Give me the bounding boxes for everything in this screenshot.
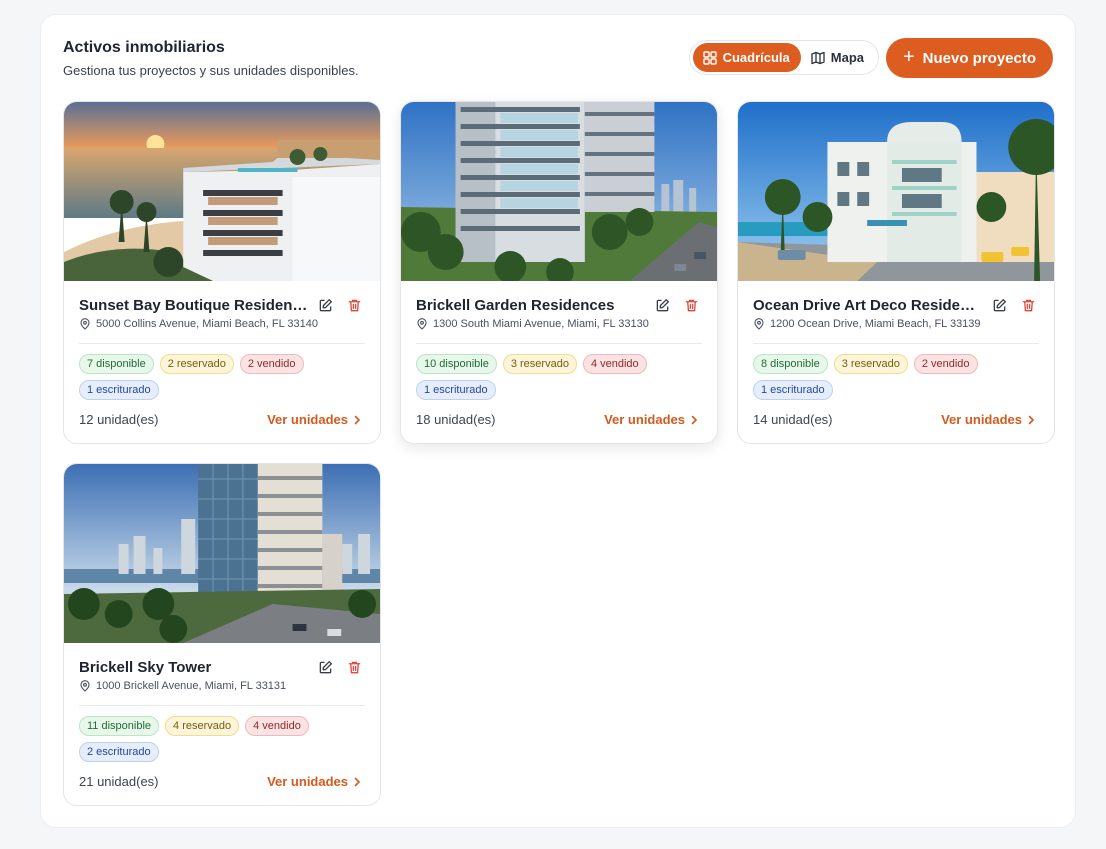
status-badges: 10 disponible 3 reservado 4 vendido 1 es… — [416, 354, 702, 400]
edit-icon[interactable] — [318, 298, 333, 313]
view-units-link[interactable]: Ver unidades — [941, 412, 1036, 427]
unit-count: 18 unidad(es) — [416, 412, 496, 427]
divider — [416, 343, 702, 344]
unit-count: 21 unidad(es) — [79, 774, 159, 789]
divider — [79, 705, 365, 706]
deeded-badge: 1 escriturado — [753, 380, 833, 400]
grid-icon — [702, 50, 717, 65]
view-units-link[interactable]: Ver unidades — [604, 412, 699, 427]
view-units-label: Ver unidades — [267, 412, 348, 427]
reserved-badge: 4 reservado — [165, 716, 240, 736]
available-badge: 10 disponible — [416, 354, 497, 374]
view-units-label: Ver unidades — [941, 412, 1022, 427]
map-pin-icon — [754, 318, 764, 330]
status-badges: 11 disponible 4 reservado 4 vendido 2 es… — [79, 716, 365, 762]
deeded-badge: 1 escriturado — [79, 380, 159, 400]
map-pin-icon — [80, 680, 90, 692]
project-card-ocean-drive[interactable]: Ocean Drive Art Deco Residences 1200 Oce… — [737, 101, 1055, 444]
project-card-sunset-bay[interactable]: Sunset Bay Boutique Residences 5000 Coll… — [63, 101, 381, 444]
project-name: Sunset Bay Boutique Residences — [79, 297, 309, 314]
status-badges: 7 disponible 2 reservado 2 vendido 1 esc… — [79, 354, 365, 400]
map-icon — [811, 51, 825, 64]
unit-count: 12 unidad(es) — [79, 412, 159, 427]
view-toggle: Cuadrícula Mapa — [688, 40, 879, 75]
grid-view-button[interactable]: Cuadrícula — [692, 43, 801, 72]
reserved-badge: 2 reservado — [159, 354, 234, 374]
deeded-badge: 1 escriturado — [416, 380, 496, 400]
trash-icon[interactable] — [684, 298, 699, 313]
map-pin-icon — [417, 318, 427, 330]
projects-panel: Activos inmobiliarios Gestiona tus proye… — [40, 14, 1076, 828]
view-units-link[interactable]: Ver unidades — [267, 412, 362, 427]
chevron-right-icon — [354, 777, 361, 786]
available-badge: 8 disponible — [753, 354, 828, 374]
trash-icon[interactable] — [1021, 298, 1036, 313]
plus-icon: + — [902, 46, 915, 68]
new-project-label: Nuevo proyecto — [922, 49, 1037, 67]
project-photo — [64, 102, 380, 281]
project-address: 5000 Collins Avenue, Miami Beach, FL 331… — [79, 318, 322, 330]
trash-icon[interactable] — [347, 660, 362, 675]
reserved-badge: 3 reservado — [833, 354, 908, 374]
project-photo — [64, 464, 380, 643]
trash-icon[interactable] — [347, 298, 362, 313]
available-badge: 11 disponible — [79, 716, 160, 736]
sold-badge: 2 vendido — [239, 354, 304, 374]
chevron-right-icon — [354, 415, 361, 424]
reserved-badge: 3 reservado — [502, 354, 577, 374]
sold-badge: 2 vendido — [913, 354, 978, 374]
page-title: Activos inmobiliarios — [63, 39, 225, 56]
map-pin-icon — [80, 318, 90, 330]
divider — [79, 343, 365, 344]
page-subtitle: Gestiona tus proyectos y sus unidades di… — [63, 63, 359, 78]
project-address: 1000 Brickell Avenue, Miami, FL 33131 — [79, 680, 322, 692]
edit-icon[interactable] — [318, 660, 333, 675]
project-name: Ocean Drive Art Deco Residences — [753, 297, 983, 314]
divider — [753, 343, 1039, 344]
view-units-link[interactable]: Ver unidades — [267, 774, 362, 789]
project-address-text: 5000 Collins Avenue, Miami Beach, FL 331… — [96, 318, 318, 330]
sold-badge: 4 vendido — [582, 354, 647, 374]
available-badge: 7 disponible — [79, 354, 154, 374]
sold-badge: 4 vendido — [245, 716, 309, 736]
project-photo — [738, 102, 1054, 281]
chevron-right-icon — [691, 415, 698, 424]
project-address-text: 1000 Brickell Avenue, Miami, FL 33131 — [96, 680, 287, 692]
project-address-text: 1200 Ocean Drive, Miami Beach, FL 33139 — [770, 318, 981, 330]
edit-icon[interactable] — [655, 298, 670, 313]
project-card-brickell-garden[interactable]: Brickell Garden Residences 1300 South Mi… — [400, 101, 718, 444]
grid-view-label: Cuadrícula — [722, 50, 790, 65]
project-address: 1200 Ocean Drive, Miami Beach, FL 33139 — [753, 318, 996, 330]
project-photo — [401, 102, 717, 281]
edit-icon[interactable] — [992, 298, 1007, 313]
map-view-label: Mapa — [830, 50, 864, 65]
deeded-badge: 2 escriturado — [79, 742, 159, 762]
project-name: Brickell Garden Residences — [416, 297, 615, 314]
project-card-brickell-sky[interactable]: Brickell Sky Tower 1000 Brickell Avenue,… — [63, 463, 381, 806]
page-header: Activos inmobiliarios Gestiona tus proye… — [63, 38, 1053, 83]
chevron-right-icon — [1028, 415, 1035, 424]
project-address: 1300 South Miami Avenue, Miami, FL 33130 — [416, 318, 659, 330]
status-badges: 8 disponible 3 reservado 2 vendido 1 esc… — [753, 354, 1039, 400]
map-view-button[interactable]: Mapa — [801, 43, 875, 72]
project-address-text: 1300 South Miami Avenue, Miami, FL 33130 — [433, 318, 649, 330]
unit-count: 14 unidad(es) — [753, 412, 833, 427]
view-units-label: Ver unidades — [267, 774, 348, 789]
view-units-label: Ver unidades — [604, 412, 685, 427]
project-name: Brickell Sky Tower — [79, 659, 212, 676]
new-project-button[interactable]: + Nuevo proyecto — [886, 38, 1053, 78]
